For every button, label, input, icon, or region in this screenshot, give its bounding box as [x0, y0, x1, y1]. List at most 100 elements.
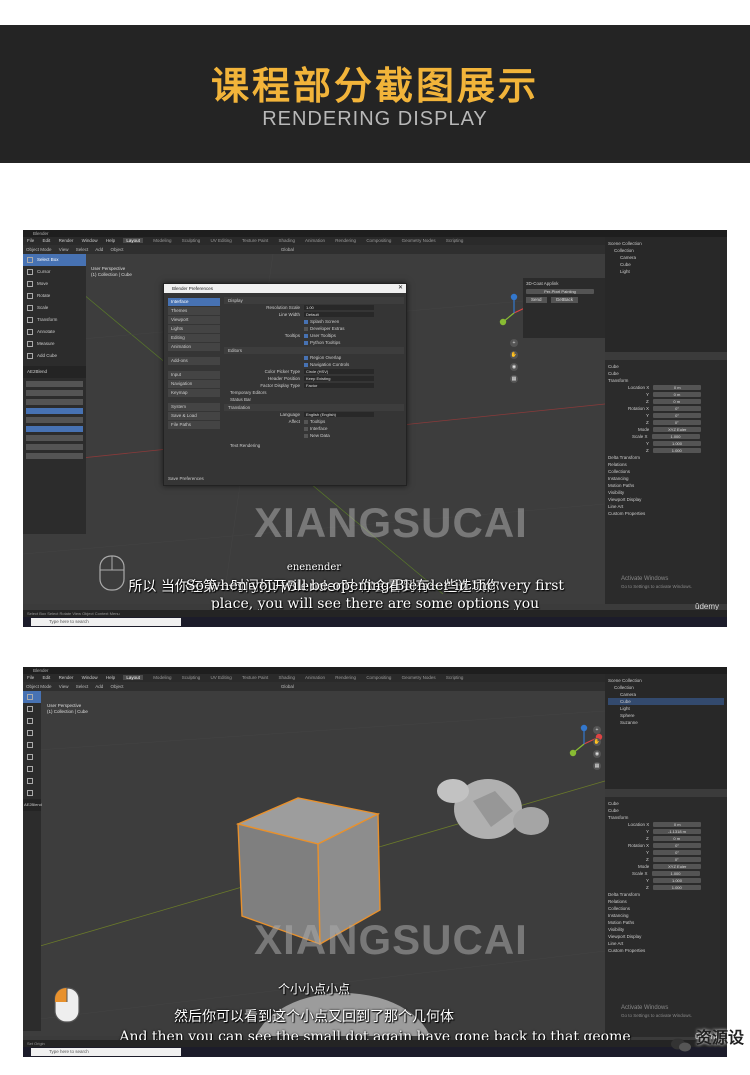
camera-icon[interactable]: ◉	[510, 363, 518, 371]
grid-icon[interactable]: ▦	[593, 762, 601, 770]
menu-window[interactable]: Window	[82, 675, 98, 680]
menu-edit[interactable]: Edit	[43, 238, 51, 243]
select-menu[interactable]: Select	[76, 247, 89, 252]
tool-transform[interactable]: Transform	[23, 314, 86, 326]
menu-render[interactable]: Render	[59, 238, 74, 243]
outliner-collection[interactable]: Collection	[608, 684, 724, 691]
nav-file-paths[interactable]: File Paths	[168, 421, 220, 429]
navigation-controls-checkbox[interactable]: Navigation Controls	[304, 361, 349, 368]
menu-render[interactable]: Render	[59, 675, 74, 680]
getback-button[interactable]: GetBack	[550, 297, 579, 304]
applink-mode-select[interactable]: Per-Pixel Painting	[526, 289, 594, 295]
mode-select[interactable]: Object Mode	[26, 247, 52, 252]
outliner-cube[interactable]: Cube	[608, 261, 724, 268]
tab-texture-paint[interactable]: Texture Paint	[242, 675, 268, 680]
orientation-select[interactable]: Global	[281, 247, 294, 252]
3d-viewport[interactable]: User Perspective (1) Collection | Cube +…	[23, 691, 605, 1036]
rotation-x-field[interactable]: 0°	[653, 406, 702, 412]
affect-tooltips-checkbox[interactable]: Tooltips	[304, 418, 325, 425]
zoom-icon[interactable]: +	[593, 726, 601, 734]
nav-lights[interactable]: Lights	[168, 325, 220, 333]
props-relations[interactable]: Relations	[608, 461, 724, 468]
tab-modeling[interactable]: Modeling	[153, 238, 171, 243]
tab-texture-paint[interactable]: Texture Paint	[242, 238, 268, 243]
props-object-field[interactable]: Cube	[608, 807, 724, 814]
grid-icon[interactable]: ▦	[510, 375, 518, 383]
camera-icon[interactable]: ◉	[593, 750, 601, 758]
outliner-camera[interactable]: Camera	[608, 691, 724, 698]
section-editors[interactable]: Editors	[224, 347, 404, 354]
select-menu[interactable]: Select	[76, 684, 89, 689]
developer-extras-checkbox[interactable]: Developer Extras	[304, 325, 345, 332]
rotation-y-field[interactable]: 0°	[653, 413, 702, 419]
props-line-art[interactable]: Line Art	[608, 503, 724, 510]
tab-scripting[interactable]: Scripting	[446, 238, 464, 243]
props-motion-paths[interactable]: Motion Paths	[608, 482, 724, 489]
nav-animation[interactable]: Animation	[168, 343, 220, 351]
send-button[interactable]: Send	[526, 297, 547, 304]
menu-file[interactable]: File	[27, 675, 34, 680]
object-menu[interactable]: Object	[111, 247, 124, 252]
tool-rotate[interactable]: Rotate	[23, 290, 86, 302]
menu-edit[interactable]: Edit	[43, 675, 51, 680]
nav-themes[interactable]: Themes	[168, 307, 220, 315]
user-tooltips-checkbox[interactable]: User Tooltips	[304, 332, 336, 339]
tab-geometry-nodes[interactable]: Geometry Nodes	[402, 675, 436, 680]
tab-layout[interactable]: Layout	[123, 238, 143, 243]
tool-scale[interactable]	[23, 739, 41, 751]
tab-layout[interactable]: Layout	[123, 675, 143, 680]
outliner-cube[interactable]: Cube	[608, 698, 724, 705]
scale-x-field[interactable]: 1.000	[651, 871, 700, 877]
tab-shading[interactable]: Shading	[278, 238, 295, 243]
outliner-camera[interactable]: Camera	[608, 254, 724, 261]
rotation-y-field[interactable]: 0°	[653, 850, 702, 856]
section-display[interactable]: Display	[224, 297, 404, 304]
tool-move[interactable]: Move	[23, 278, 86, 290]
props-instancing[interactable]: Instancing	[608, 912, 724, 919]
nav-save-load[interactable]: Save & Load	[168, 412, 220, 420]
object-menu[interactable]: Object	[111, 684, 124, 689]
section-translation[interactable]: Translation	[224, 404, 404, 411]
props-custom-properties[interactable]: Custom Properties	[608, 510, 724, 517]
orientation-select[interactable]: Global	[281, 684, 294, 689]
props-viewport-display[interactable]: Viewport Display	[608, 933, 724, 940]
suzanne-mesh[interactable]	[433, 761, 563, 856]
outliner-scene-collection[interactable]: Scene Collection	[608, 677, 724, 684]
menu-help[interactable]: Help	[106, 238, 115, 243]
props-line-art[interactable]: Line Art	[608, 940, 724, 947]
props-collections[interactable]: Collections	[608, 905, 724, 912]
tool-transform[interactable]	[23, 751, 41, 763]
menu-file[interactable]: File	[27, 238, 34, 243]
menu-help[interactable]: Help	[106, 675, 115, 680]
outliner-suzanne[interactable]: Suzanne	[608, 719, 724, 726]
tab-geometry-nodes[interactable]: Geometry Nodes	[402, 238, 436, 243]
add-menu[interactable]: Add	[95, 684, 103, 689]
props-object-name[interactable]: Cube	[608, 800, 724, 807]
rotation-mode-select[interactable]: XYZ Euler	[653, 864, 702, 870]
nav-interface[interactable]: Interface	[168, 298, 220, 306]
tab-scripting[interactable]: Scripting	[446, 675, 464, 680]
props-transform-header[interactable]: Transform	[608, 377, 724, 384]
outliner-scene-collection[interactable]: Scene Collection	[608, 240, 724, 247]
location-y-field[interactable]: 0 m	[653, 392, 702, 398]
tab-sculpting[interactable]: Sculpting	[182, 675, 201, 680]
taskbar-search[interactable]: Type here to search	[31, 1048, 181, 1056]
location-x-field[interactable]: 0 m	[653, 385, 702, 391]
python-tooltips-checkbox[interactable]: Python Tooltips	[304, 339, 340, 346]
tool-add-cube[interactable]	[23, 787, 41, 799]
tool-select-box[interactable]: Select Box	[23, 254, 86, 266]
region-overlap-checkbox[interactable]: Region Overlap	[304, 354, 341, 361]
menu-window[interactable]: Window	[82, 238, 98, 243]
header-position-select[interactable]: Keep Existing	[304, 376, 374, 381]
zoom-icon[interactable]: +	[510, 339, 518, 347]
taskbar-search[interactable]: Type here to search	[31, 618, 181, 626]
tool-measure[interactable]	[23, 775, 41, 787]
rotation-x-field[interactable]: 0°	[653, 843, 702, 849]
tool-annotate[interactable]	[23, 763, 41, 775]
scale-y-field[interactable]: 1.000	[653, 878, 702, 884]
tab-uv-editing[interactable]: UV Editing	[211, 675, 232, 680]
props-delta-transform[interactable]: Delta Transform	[608, 454, 724, 461]
save-preferences-button[interactable]: Save Preferences	[168, 476, 204, 481]
nav-keymap[interactable]: Keymap	[168, 389, 220, 397]
tab-compositing[interactable]: Compositing	[366, 675, 391, 680]
